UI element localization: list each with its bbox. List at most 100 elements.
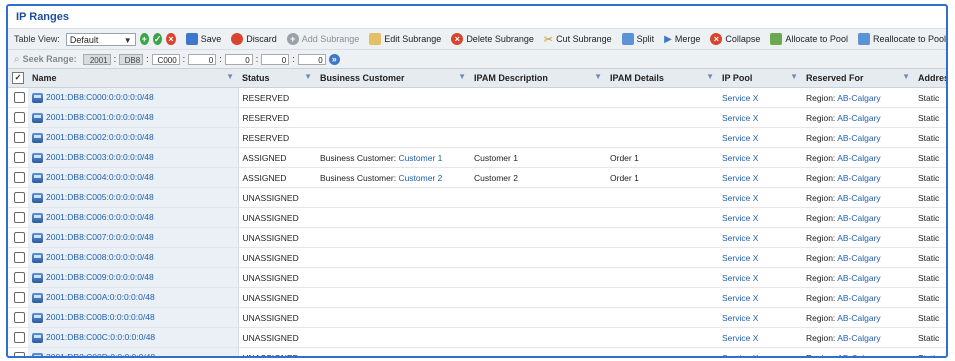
table-row[interactable]: 2001:DB8:C000:0:0:0:0:0/48 RESERVED Servi… bbox=[8, 87, 946, 108]
seek-go-icon[interactable]: » bbox=[328, 53, 340, 65]
remove-icon[interactable]: × bbox=[166, 33, 176, 45]
ip-pool-link[interactable]: Service X bbox=[722, 313, 758, 323]
reserved-for-link[interactable]: AB-Calgary bbox=[837, 193, 880, 203]
select-all-checkbox[interactable]: ✓ bbox=[12, 72, 24, 84]
ip-pool-link[interactable]: Service X bbox=[722, 333, 758, 343]
reallocate-to-pool-button[interactable]: Reallocate to Pool bbox=[857, 33, 946, 45]
edit-subrange-button[interactable]: Edit Subrange bbox=[369, 33, 441, 45]
table-row[interactable]: 2001:DB8:C00A:0:0:0:0:0/48 UNASSIGNED Ser… bbox=[8, 287, 946, 308]
filter-icon[interactable]: ▼ bbox=[458, 72, 466, 81]
add-subrange-button[interactable]: + Add Subrange bbox=[286, 33, 359, 45]
reserved-for-link[interactable]: AB-Calgary bbox=[837, 353, 880, 357]
ip-pool-link[interactable]: Service X bbox=[722, 233, 758, 243]
reserved-for-link[interactable]: AB-Calgary bbox=[837, 293, 880, 303]
row-checkbox[interactable] bbox=[14, 132, 25, 144]
table-row[interactable]: 2001:DB8:C003:0:0:0:0:0/48 ASSIGNED Busine… bbox=[8, 147, 946, 168]
column-header-reserved-for[interactable]: Reserved For ▼ bbox=[802, 69, 914, 88]
collapse-button[interactable]: × Collapse bbox=[710, 33, 760, 45]
reserved-for-link[interactable]: AB-Calgary bbox=[837, 273, 880, 283]
add-icon[interactable]: + bbox=[139, 33, 149, 45]
seek-segment-5[interactable]: 0 bbox=[224, 53, 253, 65]
column-header-address[interactable]: Address bbox=[914, 69, 946, 88]
range-name-link[interactable]: 2001:DB8:C00B:0:0:0:0:0/48 bbox=[46, 312, 155, 322]
reserved-for-link[interactable]: AB-Calgary bbox=[837, 93, 880, 103]
reserved-for-link[interactable]: AB-Calgary bbox=[837, 153, 880, 163]
filter-icon[interactable]: ▼ bbox=[226, 72, 234, 81]
filter-icon[interactable]: ▼ bbox=[304, 72, 312, 81]
table-row[interactable]: 2001:DB8:C002:0:0:0:0:0/48 RESERVED Servi… bbox=[8, 127, 946, 148]
delete-subrange-button[interactable]: × Delete Subrange bbox=[451, 33, 534, 45]
column-header-status[interactable]: Status ▼ bbox=[238, 69, 316, 88]
ip-pool-link[interactable]: Service X bbox=[722, 153, 758, 163]
reserved-for-link[interactable]: AB-Calgary bbox=[837, 173, 880, 183]
range-name-link[interactable]: 2001:DB8:C000:0:0:0:0:0/48 bbox=[46, 92, 154, 102]
table-row[interactable]: 2001:DB8:C007:0:0:0:0:0/48 UNASSIGNED Ser… bbox=[8, 227, 946, 248]
range-name-link[interactable]: 2001:DB8:C001:0:0:0:0:0/48 bbox=[46, 112, 154, 122]
table-row[interactable]: 2001:DB8:C00B:0:0:0:0:0/48 UNASSIGNED Ser… bbox=[8, 307, 946, 328]
ip-pool-link[interactable]: Service X bbox=[722, 293, 758, 303]
range-name-link[interactable]: 2001:DB8:C008:0:0:0:0:0/48 bbox=[46, 252, 154, 262]
column-header-business-customer[interactable]: Business Customer ▼ bbox=[316, 69, 470, 88]
reserved-for-link[interactable]: AB-Calgary bbox=[837, 333, 880, 343]
ip-pool-link[interactable]: Service X bbox=[722, 113, 758, 123]
ip-pool-link[interactable]: Service X bbox=[722, 93, 758, 103]
row-checkbox[interactable] bbox=[14, 352, 25, 356]
table-row[interactable]: 2001:DB8:C004:0:0:0:0:0/48 ASSIGNED Busine… bbox=[8, 167, 946, 188]
table-row[interactable]: 2001:DB8:C00C:0:0:0:0:0/48 UNASSIGNED Ser… bbox=[8, 327, 946, 348]
table-row[interactable]: 2001:DB8:C005:0:0:0:0:0/48 UNASSIGNED Ser… bbox=[8, 187, 946, 208]
range-name-link[interactable]: 2001:DB8:C00C:0:0:0:0:0/48 bbox=[46, 332, 155, 342]
ip-pool-link[interactable]: Service X bbox=[722, 253, 758, 263]
row-checkbox[interactable] bbox=[14, 172, 25, 184]
column-header-ipam-description[interactable]: IPAM Description ▼ bbox=[470, 69, 606, 88]
reserved-for-link[interactable]: AB-Calgary bbox=[837, 233, 880, 243]
column-header-ipam-details[interactable]: IPAM Details ▼ bbox=[606, 69, 718, 88]
table-view-select[interactable]: Default ▼ bbox=[65, 32, 136, 46]
row-checkbox[interactable] bbox=[14, 232, 25, 244]
row-checkbox[interactable] bbox=[14, 152, 25, 164]
ip-pool-link[interactable]: Service X bbox=[722, 213, 758, 223]
cut-subrange-button[interactable]: ✂ Cut Subrange bbox=[544, 33, 612, 46]
table-row[interactable]: 2001:DB8:C008:0:0:0:0:0/48 UNASSIGNED Ser… bbox=[8, 247, 946, 268]
row-checkbox[interactable] bbox=[14, 92, 25, 104]
ip-pool-link[interactable]: Service X bbox=[722, 173, 758, 183]
ip-pool-link[interactable]: Service X bbox=[722, 133, 758, 143]
discard-button[interactable]: Discard bbox=[231, 33, 277, 45]
row-checkbox[interactable] bbox=[14, 272, 25, 284]
ip-pool-link[interactable]: Service X bbox=[722, 193, 758, 203]
reserved-for-link[interactable]: AB-Calgary bbox=[837, 113, 880, 123]
confirm-icon[interactable]: ✓ bbox=[152, 33, 163, 45]
reserved-for-link[interactable]: AB-Calgary bbox=[837, 313, 880, 323]
table-row[interactable]: 2001:DB8:C00D:0:0:0:0:0/48 UNASSIGNED Ser… bbox=[8, 347, 946, 357]
table-row[interactable]: 2001:DB8:C009:0:0:0:0:0/48 UNASSIGNED Ser… bbox=[8, 267, 946, 288]
seek-segment-4[interactable]: 0 bbox=[188, 53, 217, 65]
range-name-link[interactable]: 2001:DB8:C005:0:0:0:0:0/48 bbox=[46, 192, 154, 202]
save-button[interactable]: Save bbox=[185, 33, 221, 45]
row-checkbox[interactable] bbox=[14, 312, 25, 324]
range-name-link[interactable]: 2001:DB8:C003:0:0:0:0:0/48 bbox=[46, 152, 154, 162]
range-name-link[interactable]: 2001:DB8:C002:0:0:0:0:0/48 bbox=[46, 132, 154, 142]
filter-icon[interactable]: ▼ bbox=[902, 72, 910, 81]
range-name-link[interactable]: 2001:DB8:C004:0:0:0:0:0/48 bbox=[46, 172, 154, 182]
row-checkbox[interactable] bbox=[14, 332, 25, 344]
ip-pool-link[interactable]: Service X bbox=[722, 273, 758, 283]
split-button[interactable]: Split bbox=[621, 33, 654, 45]
filter-icon[interactable]: ▼ bbox=[594, 72, 602, 81]
column-header-name[interactable]: Name ▼ bbox=[28, 69, 238, 88]
row-checkbox[interactable] bbox=[14, 192, 25, 204]
column-header-ip-pool[interactable]: IP Pool ▼ bbox=[718, 69, 802, 88]
reserved-for-link[interactable]: AB-Calgary bbox=[837, 213, 880, 223]
merge-button[interactable]: ▶ Merge bbox=[664, 34, 700, 45]
business-customer-link[interactable]: Customer 1 bbox=[398, 153, 442, 163]
filter-icon[interactable]: ▼ bbox=[706, 72, 714, 81]
filter-icon[interactable]: ▼ bbox=[790, 72, 798, 81]
table-row[interactable]: 2001:DB8:C001:0:0:0:0:0/48 RESERVED Servi… bbox=[8, 107, 946, 128]
business-customer-link[interactable]: Customer 2 bbox=[398, 173, 442, 183]
range-name-link[interactable]: 2001:DB8:C00A:0:0:0:0:0/48 bbox=[46, 292, 155, 302]
range-name-link[interactable]: 2001:DB8:C007:0:0:0:0:0/48 bbox=[46, 232, 154, 242]
table-row[interactable]: 2001:DB8:C006:0:0:0:0:0/48 UNASSIGNED Ser… bbox=[8, 207, 946, 228]
reserved-for-link[interactable]: AB-Calgary bbox=[837, 253, 880, 263]
row-checkbox[interactable] bbox=[14, 252, 25, 264]
row-checkbox[interactable] bbox=[14, 112, 25, 124]
range-name-link[interactable]: 2001:DB8:C00D:0:0:0:0:0/48 bbox=[46, 352, 155, 356]
seek-segment-3[interactable]: C000 bbox=[151, 53, 180, 65]
